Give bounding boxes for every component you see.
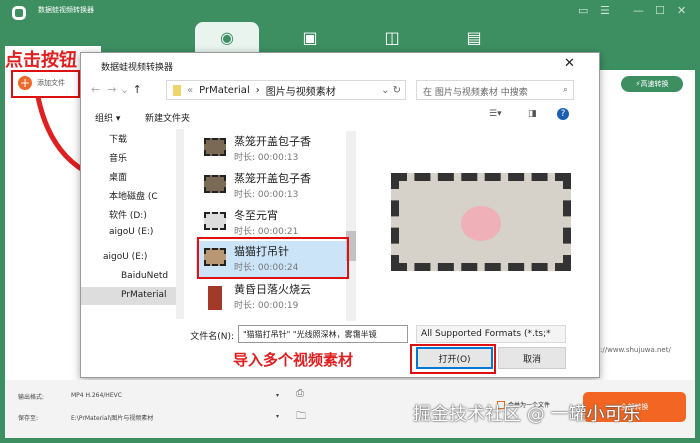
search-input[interactable]: 在 图片与视频素材 中搜索 ⌕: [416, 80, 574, 100]
nav-scrollbar[interactable]: [176, 129, 184, 319]
nav-drive-e[interactable]: aigoU (E:): [109, 227, 153, 237]
new-folder-button[interactable]: 新建文件夹: [145, 111, 190, 124]
refresh-icon[interactable]: ⌄ ↻: [381, 85, 401, 96]
close-icon[interactable]: ✕: [677, 4, 686, 17]
feedback-icon[interactable]: ▭: [578, 4, 588, 17]
app-title: 数据蛙视频转换器: [38, 6, 94, 14]
nav-downloads[interactable]: 下载: [109, 132, 127, 145]
tab-layout[interactable]: ◫: [360, 22, 424, 52]
app-logo: [12, 6, 26, 20]
breadcrumb-prmaterial[interactable]: PrMaterial: [199, 85, 250, 96]
breadcrumb-folder[interactable]: 图片与视频素材: [266, 83, 336, 98]
file-list-scrollbar[interactable]: [346, 131, 356, 321]
menu-icon[interactable]: ☰: [600, 4, 610, 17]
folder-icon: [173, 84, 181, 96]
file-type-select[interactable]: All Supported Formats (*.ts;*: [416, 325, 566, 343]
open-file-dialog: 数据蛙视频转换器 ✕ ← → ⌄ ↑ « PrMaterial › 图片与视频素…: [80, 52, 600, 378]
maximize-icon[interactable]: ☐: [655, 4, 665, 17]
dialog-title: 数据蛙视频转换器: [101, 63, 174, 73]
file-list: 蒸笼开盖包子香 时长: 00:00:13 蒸笼开盖包子香 时长: 00:00:13 …: [196, 131, 356, 321]
address-bar[interactable]: « PrMaterial › 图片与视频素材 ⌄ ↻: [166, 80, 406, 100]
filename-input[interactable]: "猫猫打吊针" "光线照深林，雾霭半镜: [238, 325, 408, 343]
dropdown-icon: ▾: [275, 413, 279, 420]
video-thumbnail: [204, 175, 226, 193]
dialog-close-icon[interactable]: ✕: [564, 56, 575, 71]
file-item[interactable]: 黄昏日落火烧云 时长: 00:00:19: [196, 279, 346, 315]
nav-music[interactable]: 音乐: [109, 151, 127, 164]
organize-menu[interactable]: 组织 ▾: [95, 111, 120, 124]
video-thumbnail: [204, 138, 226, 156]
help-icon[interactable]: ?: [557, 108, 569, 120]
preview-pane-icon[interactable]: ◨: [528, 109, 537, 119]
nav-prmaterial[interactable]: PrMaterial: [81, 287, 176, 305]
watermark: 掘金技术社区 @ 一罐小可乐: [413, 404, 641, 425]
video-thumbnail: [208, 286, 222, 310]
nav-drive-c[interactable]: 本地磁盘 (C: [109, 189, 158, 202]
nav-baidunetdisk[interactable]: BaiduNetd: [121, 271, 168, 281]
nav-desktop[interactable]: 桌面: [109, 170, 127, 183]
nav-drive-d[interactable]: 软件 (D:): [109, 208, 147, 221]
save-path-select[interactable]: E:\PrMaterial\图片与视频素材 ▾: [65, 409, 285, 425]
search-icon: ⌕: [562, 85, 568, 95]
navigation-pane: 下载 音乐 桌面 本地磁盘 (C 软件 (D:) aigoU (E:) aigo…: [81, 129, 186, 319]
filename-label: 文件名(N):: [190, 332, 234, 342]
annotation-click-button: 点击按钮: [5, 46, 77, 72]
tab-convert[interactable]: ◉: [195, 22, 259, 52]
save-to-label: 保存至:: [18, 415, 39, 422]
nav-back-forward-icon[interactable]: ← → ⌄ ↑: [91, 83, 142, 96]
tab-tv[interactable]: ▣: [278, 22, 342, 52]
file-item[interactable]: 蒸笼开盖包子香 时长: 00:00:13: [196, 168, 346, 204]
minimize-icon[interactable]: —: [633, 4, 644, 17]
annotation-import-multiple: 导入多个视频素材: [233, 351, 354, 369]
file-item[interactable]: 蒸笼开盖包子香 时长: 00:00:13: [196, 131, 346, 167]
tab-toolbox[interactable]: ▤: [442, 22, 506, 52]
video-preview: [391, 173, 571, 271]
format-settings-icon[interactable]: ⎙: [296, 388, 304, 399]
file-item[interactable]: 冬至元宵 时长: 00:00:21: [196, 205, 346, 241]
nav-drive-e2[interactable]: aigoU (E:): [103, 252, 147, 262]
dropdown-icon: ▾: [275, 392, 279, 399]
view-options-icon[interactable]: ☰▾: [489, 109, 502, 119]
fast-convert-button[interactable]: ⚡ 高速转换: [621, 76, 683, 92]
output-format-label: 输出格式:: [18, 394, 45, 401]
cancel-button[interactable]: 取消: [498, 347, 566, 369]
open-folder-icon[interactable]: 🗀: [296, 409, 306, 426]
output-format-select[interactable]: MP4 H.264/HEVC ▾: [65, 388, 285, 404]
video-thumbnail: [204, 212, 226, 230]
